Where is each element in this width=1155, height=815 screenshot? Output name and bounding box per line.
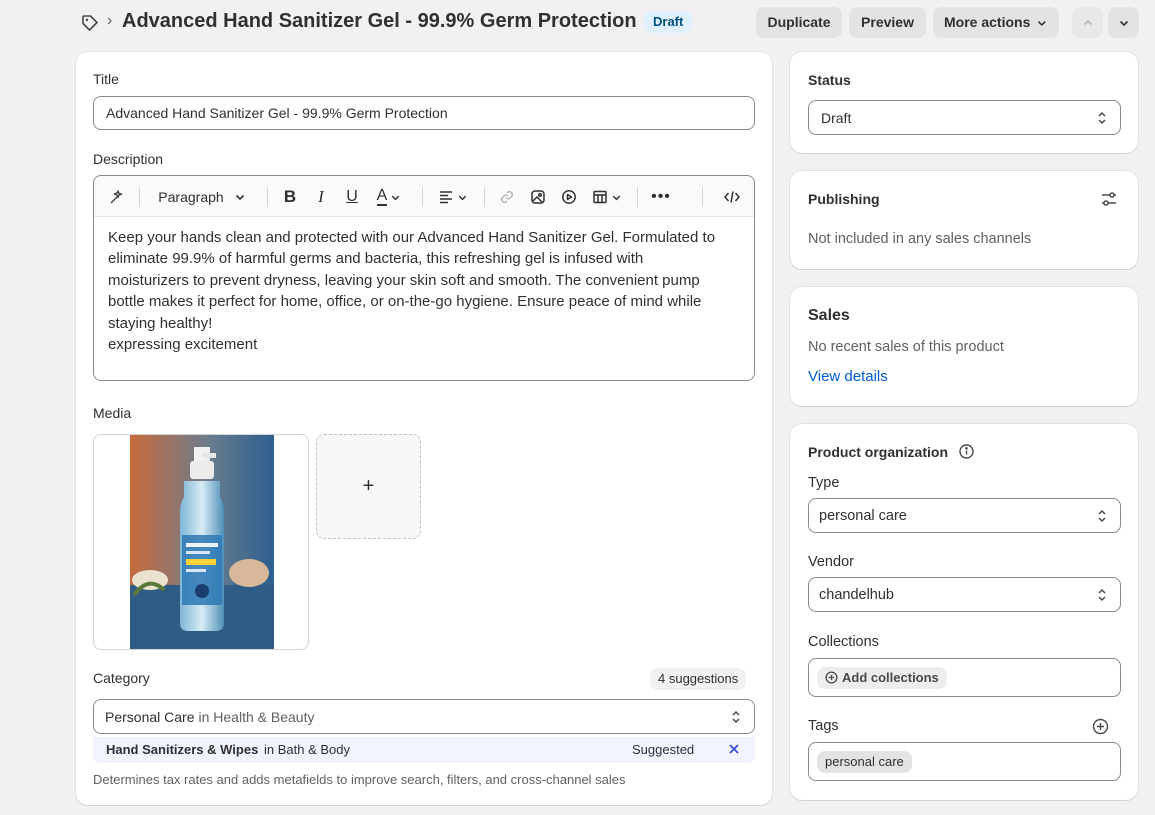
status-badge: Draft [644,11,693,33]
table-dropdown[interactable] [589,186,625,208]
category-select[interactable]: Personal Care in Health & Beauty [93,699,755,734]
duplicate-button[interactable]: Duplicate [756,7,842,38]
status-value: Draft [821,109,852,126]
description-line: bottle makes it perfect for home, office… [108,293,702,311]
add-tag-icon[interactable] [1092,718,1110,736]
type-value: personal care [819,507,907,524]
video-icon[interactable] [558,186,580,208]
sales-label: Sales [808,307,850,324]
category-suggestions-badge[interactable]: 4 suggestions [650,668,747,690]
select-arrows-icon [732,710,740,723]
settings-sliders-icon[interactable] [1100,190,1120,210]
previous-product-button[interactable] [1072,7,1103,38]
paragraph-dropdown[interactable]: Paragraph [152,186,252,208]
vendor-label: Vendor [808,554,854,570]
text-color-dropdown[interactable]: A [372,186,406,208]
tags-field[interactable]: personal care [808,742,1121,781]
underline-icon[interactable]: U [341,186,363,208]
code-view-icon[interactable] [721,186,743,208]
category-label: Category [93,670,150,686]
page-title: Advanced Hand Sanitizer Gel - 99.9% Germ… [122,10,637,32]
select-arrows-icon [1098,588,1106,601]
suggestion-in: in Bath & Body [264,742,350,757]
category-value: Personal Care [105,708,195,725]
align-dropdown[interactable] [436,186,470,208]
align-left-icon [440,191,452,204]
preview-button[interactable]: Preview [849,7,926,38]
type-label: Type [808,475,840,491]
description-line: Keep your hands clean and protected with… [108,229,716,246]
media-label: Media [93,405,132,421]
editor-toolbar: Paragraph B I U A ••• [94,176,754,217]
category-in: in Health & Beauty [198,708,315,725]
next-product-button[interactable] [1108,7,1139,38]
vendor-value: chandelhub [819,586,894,603]
description-label: Description [93,151,164,167]
breadcrumb-chevron-icon: › [107,12,113,29]
title-label: Title [93,71,119,87]
info-icon[interactable] [958,443,975,460]
type-select[interactable]: personal care [808,498,1121,533]
chevron-down-icon [612,195,621,200]
description-editor[interactable]: Paragraph B I U A ••• Keep your hands cl… [93,175,755,381]
description-line: expressing excitement [108,336,258,354]
add-media-button[interactable]: + [316,434,421,539]
tags-label: Tags [808,718,839,734]
tag-icon[interactable] [80,13,100,33]
image-icon[interactable] [527,186,549,208]
category-suggestion-row[interactable]: Hand Sanitizers & Wipes in Bath & Body S… [93,737,755,763]
link-icon[interactable] [496,186,518,208]
more-actions-label: More actions [944,14,1031,30]
title-input-value: Advanced Hand Sanitizer Gel - 99.9% Germ… [106,105,448,121]
dismiss-suggestion-icon[interactable] [726,741,742,757]
sales-text: No recent sales of this product [808,339,1004,355]
collections-label: Collections [808,634,879,650]
chevron-down-icon [1119,20,1128,26]
italic-icon[interactable]: I [310,186,332,208]
description-text[interactable]: Keep your hands clean and protected with… [108,227,738,355]
tag-label: personal care [825,754,904,769]
add-collections-label: Add collections [842,670,939,685]
ai-magic-icon[interactable] [106,186,128,208]
select-arrows-icon [1098,111,1106,124]
view-details-link[interactable]: View details [808,368,888,385]
title-input[interactable]: Advanced Hand Sanitizer Gel - 99.9% Germ… [93,96,755,130]
vendor-select[interactable]: chandelhub [808,577,1121,612]
category-help-text: Determines tax rates and adds metafields… [93,772,626,787]
table-icon [593,190,607,204]
add-collections-button[interactable]: Add collections [817,666,947,689]
chevron-down-icon [392,195,400,200]
bold-icon[interactable]: B [279,186,301,208]
product-details-card [76,52,772,805]
product-image [130,435,274,649]
product-organization-label: Product organization [808,444,948,460]
publishing-label: Publishing [808,191,880,207]
paragraph-label: Paragraph [158,189,224,205]
status-label: Status [808,72,851,88]
select-arrows-icon [1098,509,1106,522]
publishing-text: Not included in any sales channels [808,231,1032,247]
description-line: moisturizers to prevent dryness, leaving… [108,271,700,289]
status-select[interactable]: Draft [808,100,1121,135]
more-formatting-icon[interactable]: ••• [650,186,672,208]
more-actions-button[interactable]: More actions [933,7,1059,38]
tag-chip[interactable]: personal care [817,750,912,773]
chevron-down-icon [1038,20,1047,26]
media-thumbnail[interactable] [93,434,309,650]
plus-circle-icon [825,671,838,684]
suggestion-status: Suggested [632,742,695,757]
description-line: eliminate 99.9% of harmful germs and bac… [108,250,644,268]
collections-field[interactable]: Add collections [808,658,1121,697]
chevron-up-icon [1083,19,1092,25]
chevron-down-icon [458,195,467,200]
suggestion-name: Hand Sanitizers & Wipes [106,742,259,757]
chevron-down-icon [235,194,244,201]
description-line: staying healthy! [108,314,213,332]
publishing-card [790,171,1138,269]
text-color-icon: A [376,187,388,206]
